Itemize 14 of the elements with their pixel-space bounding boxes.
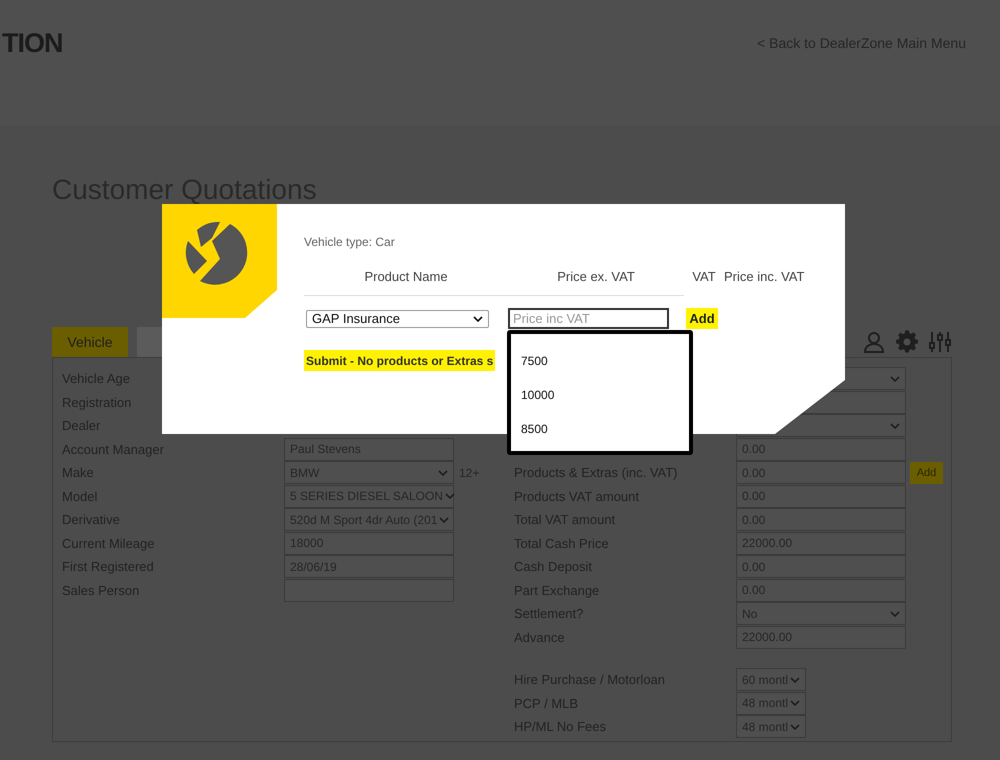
product-select[interactable]: GAP Insurance — [306, 310, 489, 328]
column-header: Price ex. VAT — [556, 269, 636, 284]
add-button[interactable]: Add — [910, 462, 943, 484]
column-header: Product Name — [363, 269, 449, 284]
column-header: VAT — [691, 269, 717, 284]
tab[interactable]: Vehicle — [52, 327, 128, 357]
price-input[interactable]: Price inc VAT — [508, 308, 669, 329]
suggestion-item[interactable]: 8500 — [511, 412, 689, 446]
submit-button[interactable]: Submit - No products or Extras s — [304, 350, 496, 371]
vehicle-type-text: Vehicle type: Car — [304, 235, 395, 249]
column-header: Price inc. VAT — [724, 269, 806, 284]
suggestion-item[interactable]: 10000 — [511, 378, 689, 412]
suggestion-item[interactable]: 7500 — [511, 344, 689, 378]
add-button[interactable]: Add — [686, 308, 718, 329]
